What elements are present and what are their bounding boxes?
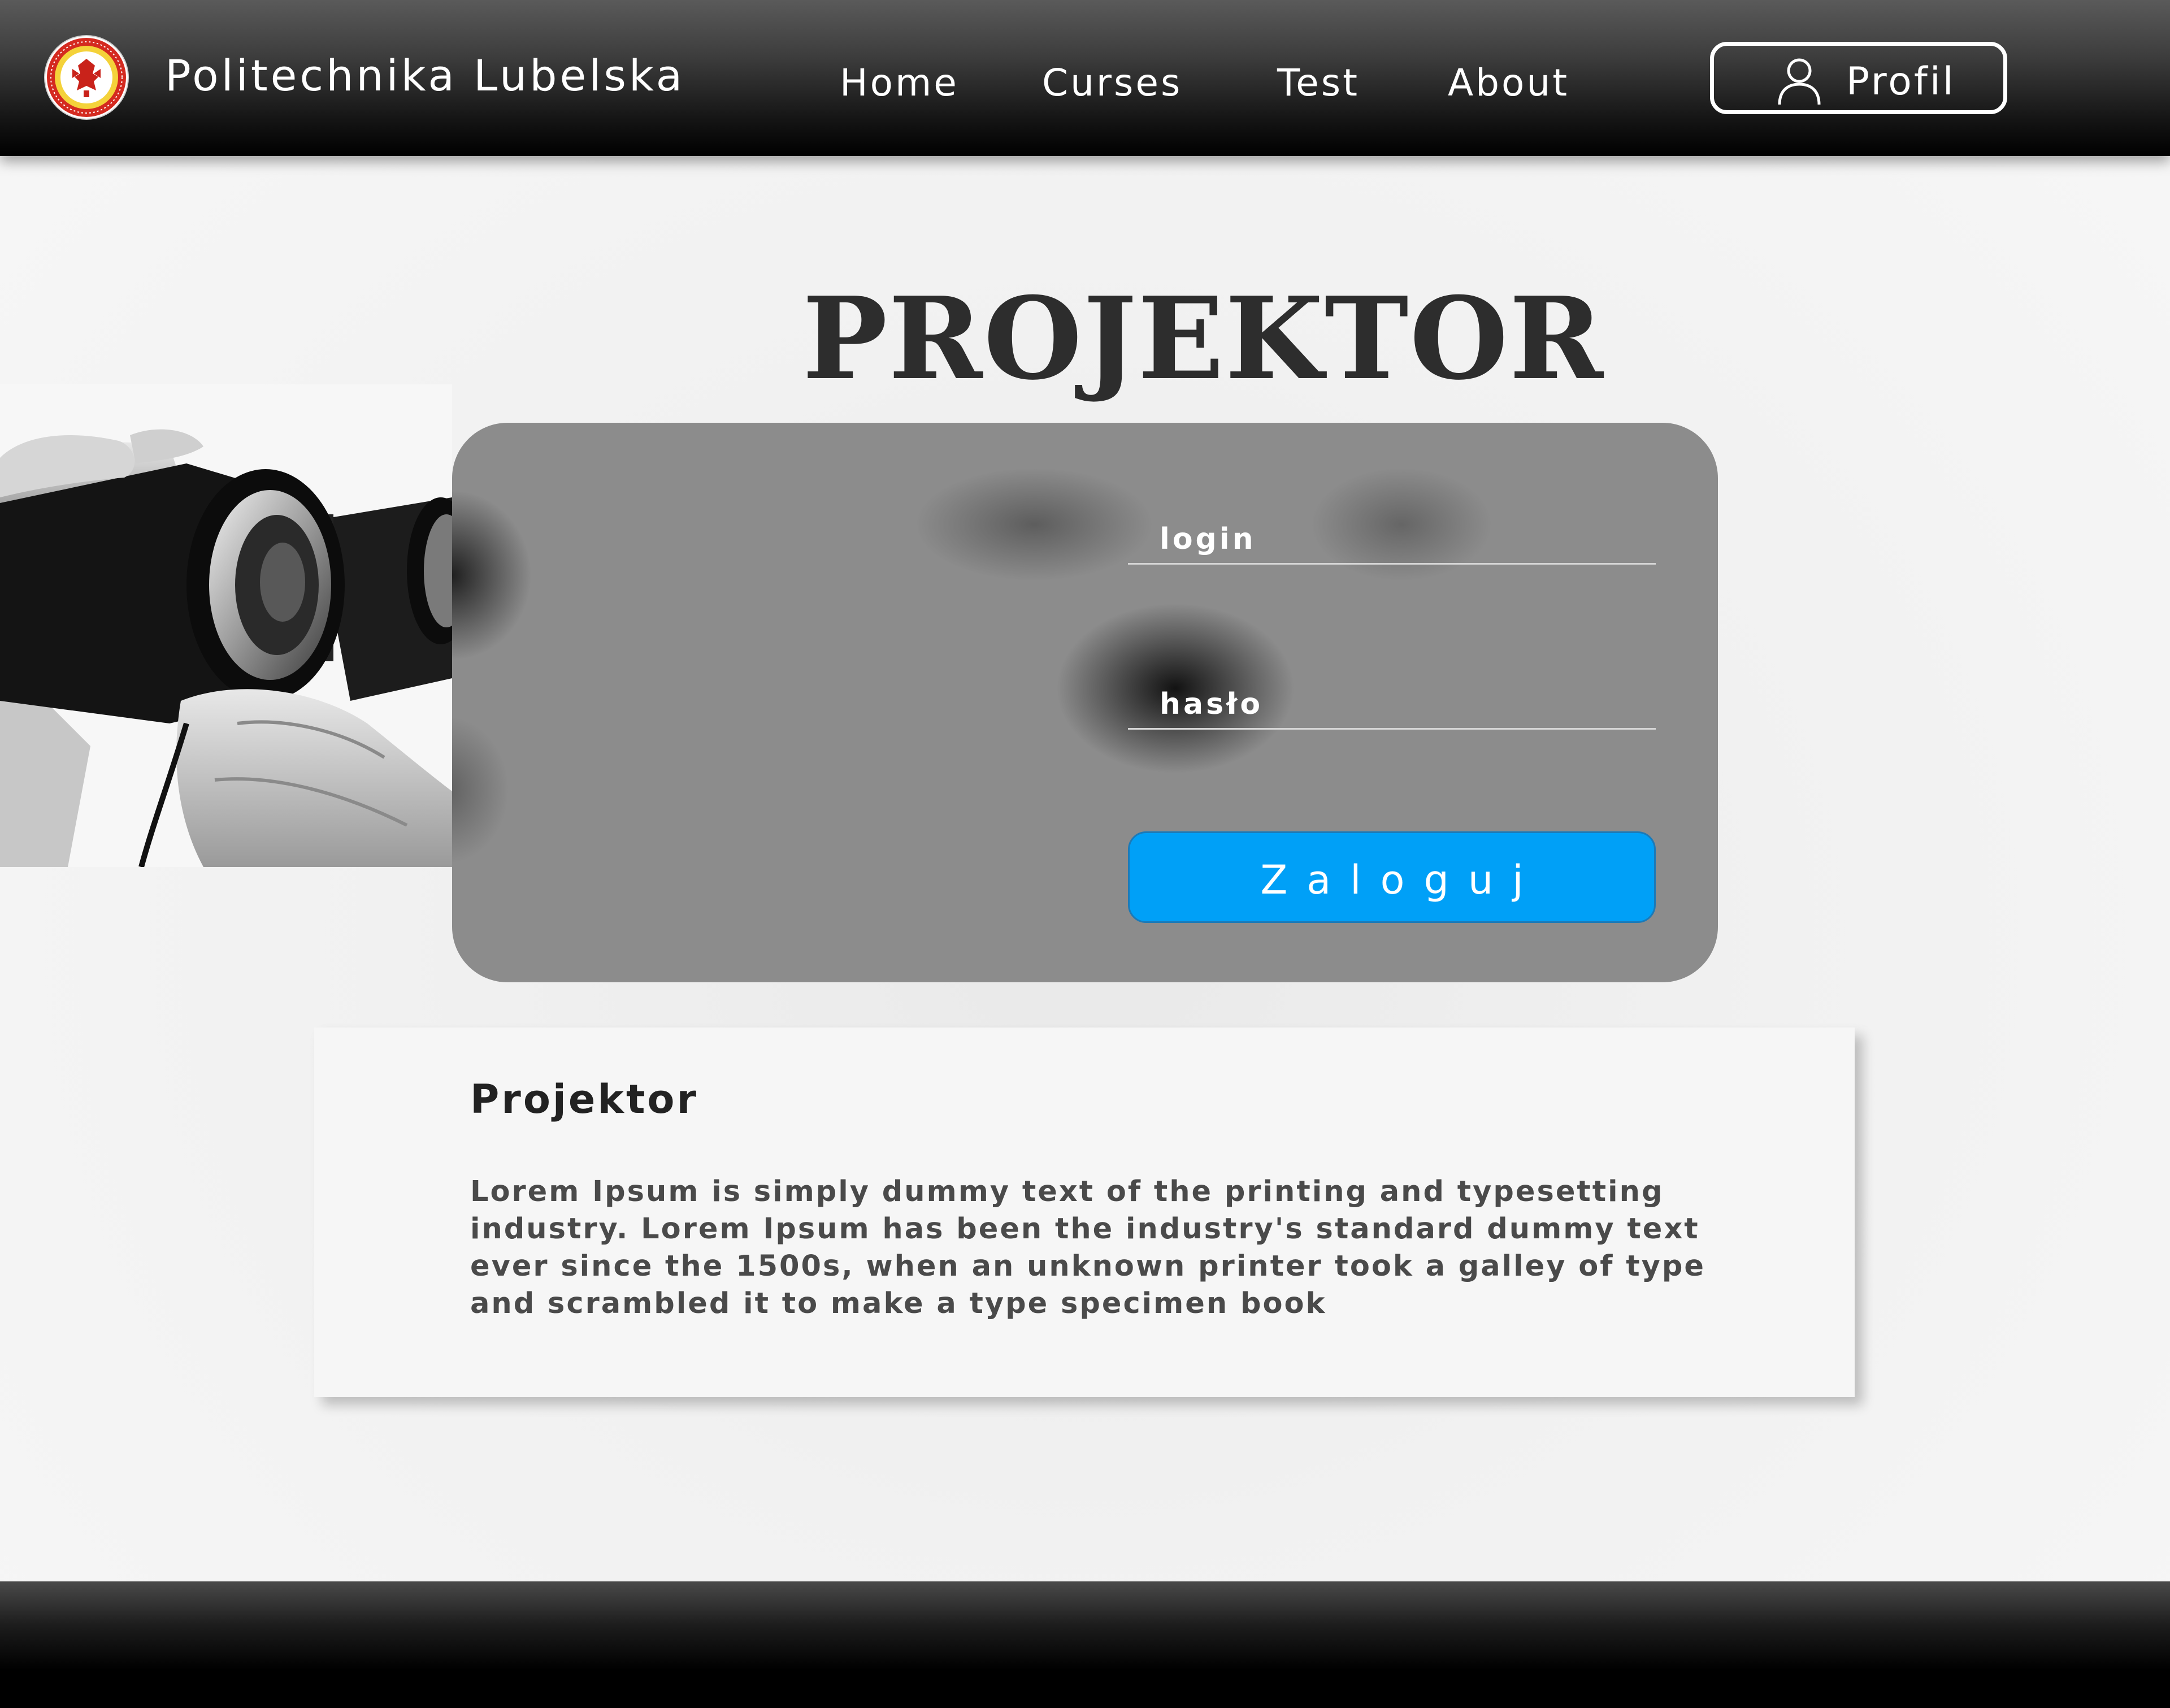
nav-about[interactable]: About — [1448, 64, 1569, 102]
password-field[interactable]: hasło — [1128, 666, 1656, 730]
login-field[interactable]: login — [1128, 501, 1656, 565]
nav-curses[interactable]: Curses — [1042, 64, 1182, 102]
top-navbar: Politechnika Lubelska Home Curses Test A… — [0, 0, 2170, 156]
binoculars-photo — [0, 384, 452, 867]
profile-button[interactable]: Profil — [1710, 42, 2007, 114]
user-icon — [1776, 56, 1822, 106]
page-title: PROJEKTOR — [802, 272, 1604, 405]
nav-test[interactable]: Test — [1277, 64, 1360, 102]
password-placeholder: hasło — [1160, 687, 1264, 721]
login-button[interactable]: Zaloguj — [1128, 831, 1656, 923]
login-button-label: Zaloguj — [1260, 857, 1543, 903]
brand-name: Politechnika Lubelska — [165, 50, 685, 101]
login-card: login hasło Zaloguj — [452, 423, 1718, 982]
profile-label: Profil — [1846, 59, 1956, 104]
footer-bar — [0, 1581, 2170, 1708]
nav-home[interactable]: Home — [840, 64, 959, 102]
info-title: Projektor — [470, 1076, 699, 1122]
university-seal-icon[interactable] — [45, 36, 128, 119]
login-placeholder: login — [1160, 522, 1256, 556]
info-panel: Projektor Lorem Ipsum is simply dummy te… — [314, 1028, 1855, 1397]
info-description: Lorem Ipsum is simply dummy text of the … — [470, 1175, 1705, 1320]
